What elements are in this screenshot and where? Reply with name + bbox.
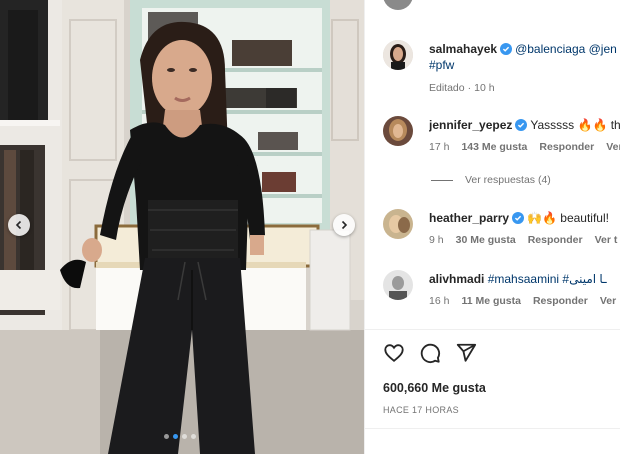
- carousel-dot-active: [173, 434, 178, 439]
- likes-count[interactable]: 600,660 Me gusta: [383, 381, 486, 395]
- comment-item: alivhmadi #mahsaamini #ـا امینی 16 h 11 …: [383, 270, 620, 310]
- comment-time[interactable]: 16 h: [429, 295, 449, 307]
- caption: salmahayek @balenciaga @jen #pfw Editado …: [383, 40, 620, 100]
- comment-item: heather_parry 🙌🔥 beautiful! 9 h 30 Me gus…: [383, 209, 620, 249]
- caption-hashtag[interactable]: #pfw: [429, 58, 454, 72]
- avatar[interactable]: [383, 209, 413, 239]
- comment-time[interactable]: 10 h: [474, 82, 494, 94]
- photo-illustration: [0, 0, 364, 454]
- divider: [365, 428, 620, 429]
- verified-badge-icon: [515, 119, 528, 131]
- carousel-dot: [191, 434, 196, 439]
- divider: [365, 329, 620, 330]
- post-photo[interactable]: [0, 0, 364, 454]
- comment-username[interactable]: heather_parry: [429, 211, 509, 225]
- comment-text: Yasssss 🔥🔥 th: [530, 118, 620, 132]
- comment-icon[interactable]: [419, 342, 441, 364]
- avatar-alivhmadi-image: [383, 270, 413, 300]
- chevron-right-icon: [341, 220, 348, 230]
- see-translation-link[interactable]: Ver: [600, 295, 616, 307]
- comment-username[interactable]: alivhmadi: [429, 272, 484, 286]
- avatar-salmahayek-image: [383, 40, 413, 70]
- comment-item: jennifer_yepez Yasssss 🔥🔥 th 17 h 143 Me …: [383, 116, 620, 156]
- carousel-indicator: [164, 434, 196, 439]
- caption-mentions[interactable]: @balenciaga @jen: [515, 42, 617, 56]
- chevron-left-icon: [15, 220, 22, 230]
- next-slide-button[interactable]: [333, 214, 355, 236]
- comments-panel: salmahayek @balenciaga @jen #pfw Editado …: [364, 0, 620, 454]
- post-actions: [383, 342, 477, 364]
- comment-hashtags[interactable]: #mahsaamini #ـا امینی: [488, 272, 607, 286]
- carousel-dot: [182, 434, 187, 439]
- comment-likes[interactable]: 11 Me gusta: [461, 295, 521, 307]
- share-icon[interactable]: [455, 342, 477, 364]
- carousel-dot: [164, 434, 169, 439]
- avatar-heather-parry-image: [383, 209, 413, 239]
- heart-icon[interactable]: [383, 342, 405, 364]
- avatar[interactable]: [383, 0, 413, 10]
- comment-likes[interactable]: 30 Me gusta: [456, 234, 516, 246]
- comment-text: 🙌🔥 beautiful!: [527, 211, 609, 225]
- comment-time[interactable]: 9 h: [429, 234, 444, 246]
- verified-badge-icon: [512, 212, 525, 224]
- avatar[interactable]: [383, 116, 413, 146]
- comment-likes[interactable]: 143 Me gusta: [461, 141, 527, 153]
- verified-badge-icon: [500, 43, 513, 55]
- reply-button[interactable]: Responder: [528, 234, 583, 246]
- avatar[interactable]: [383, 40, 413, 70]
- avatar-jennifer-yepez-image: [383, 116, 413, 146]
- edited-label: Editado: [429, 82, 465, 94]
- comment-username[interactable]: salmahayek: [429, 42, 497, 56]
- see-translation-link[interactable]: Ver t: [595, 234, 618, 246]
- avatar[interactable]: [383, 270, 413, 300]
- previous-slide-button[interactable]: [8, 214, 30, 236]
- reply-button[interactable]: Responder: [533, 295, 588, 307]
- see-translation-link[interactable]: Ver: [606, 141, 620, 153]
- replies-line: [431, 179, 453, 181]
- view-replies-button[interactable]: Ver respuestas (4): [431, 174, 551, 186]
- reply-button[interactable]: Responder: [539, 141, 594, 153]
- view-replies-label: Ver respuestas (4): [465, 174, 551, 186]
- post-timestamp[interactable]: HACE 17 HORAS: [383, 405, 459, 415]
- comment-time[interactable]: 17 h: [429, 141, 449, 153]
- comment-username[interactable]: jennifer_yepez: [429, 118, 512, 132]
